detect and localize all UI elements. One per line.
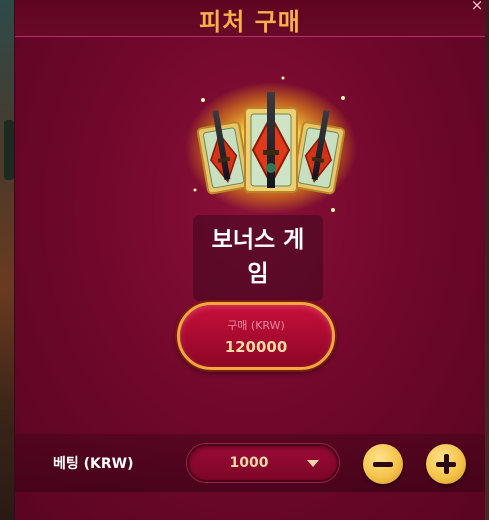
close-icon[interactable]: × — [469, 0, 485, 14]
increase-bet-button[interactable] — [426, 444, 466, 484]
buy-label: 구매 (KRW) — [227, 319, 285, 332]
game-screen: 피처 구매 × 보너스 게 임 구매 (KRW) 120000 베팅 (KRW)… — [0, 0, 489, 520]
bonus-game-title: 보너스 게 임 — [193, 223, 323, 291]
buy-price: 120000 — [224, 338, 288, 356]
bet-amount-value: 1000 — [229, 455, 269, 471]
buy-button[interactable]: 구매 (KRW) 120000 — [177, 302, 335, 370]
bet-label: 베팅 (KRW) — [53, 456, 134, 472]
bet-amount-dropdown[interactable]: 1000 — [187, 444, 339, 482]
minus-icon — [373, 462, 393, 467]
katana-cards-icon — [185, 76, 357, 214]
bet-bar: 베팅 (KRW) 1000 — [15, 434, 485, 492]
feature-buy-dialog: 피처 구매 × 보너스 게 임 구매 (KRW) 120000 베팅 (KRW)… — [14, 0, 485, 520]
bonus-title-line1: 보너스 게 — [211, 227, 305, 253]
chevron-down-icon — [307, 460, 319, 467]
dialog-header: 피처 구매 — [15, 0, 485, 37]
bonus-title-line2: 임 — [247, 261, 269, 287]
plus-icon — [444, 454, 449, 474]
decrease-bet-button[interactable] — [363, 444, 403, 484]
bonus-game-card: 보너스 게 임 — [193, 215, 323, 301]
dialog-title: 피처 구매 — [199, 8, 301, 36]
